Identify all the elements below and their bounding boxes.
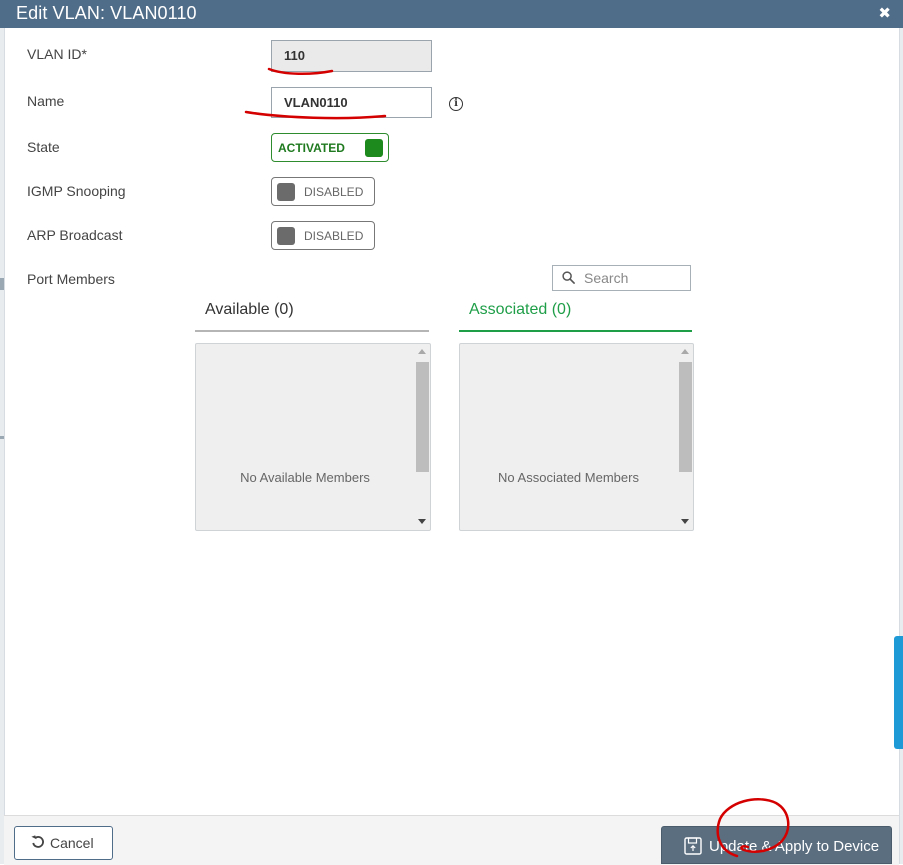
undo-icon: [31, 835, 44, 848]
annotation-underline: [267, 67, 334, 76]
scrollbar-thumb[interactable]: [416, 362, 429, 472]
state-toggle-text: ACTIVATED: [278, 141, 345, 155]
state-toggle[interactable]: ACTIVATED: [271, 133, 389, 162]
search-icon: [562, 271, 575, 284]
dialog-title-bar: Edit VLAN: VLAN0110 ✖: [0, 0, 903, 28]
cancel-button-label: Cancel: [50, 835, 94, 851]
name-label: Name: [27, 93, 65, 109]
save-icon: [684, 837, 702, 855]
available-header: Available (0): [205, 301, 294, 318]
scroll-down-arrow-icon[interactable]: [681, 519, 689, 524]
arp-broadcast-toggle-text: DISABLED: [304, 229, 364, 243]
igmp-snooping-toggle-text: DISABLED: [304, 185, 364, 199]
close-icon[interactable]: ✖: [878, 4, 891, 22]
side-panel-tab[interactable]: [894, 636, 903, 749]
available-members-list[interactable]: No Available Members: [195, 343, 431, 531]
scroll-up-arrow-icon[interactable]: [681, 349, 689, 354]
toggle-knob: [365, 139, 383, 157]
scroll-down-arrow-icon[interactable]: [418, 519, 426, 524]
annotation-underline: [244, 110, 387, 120]
vlan-id-label: VLAN ID*: [27, 46, 87, 62]
port-members-label: Port Members: [27, 271, 115, 287]
scrollbar[interactable]: [414, 344, 430, 530]
state-label: State: [27, 139, 60, 155]
associated-empty-text: No Associated Members: [498, 470, 639, 485]
available-header-line: [195, 330, 429, 332]
igmp-snooping-toggle[interactable]: DISABLED: [271, 177, 375, 206]
toggle-knob: [277, 183, 295, 201]
arp-broadcast-toggle[interactable]: DISABLED: [271, 221, 375, 250]
annotation-circle: [716, 798, 790, 858]
associated-header-line: [459, 330, 692, 332]
scroll-up-arrow-icon[interactable]: [418, 349, 426, 354]
igmp-snooping-label: IGMP Snooping: [27, 183, 126, 199]
cancel-button[interactable]: Cancel: [14, 826, 113, 860]
info-icon[interactable]: i: [449, 97, 463, 111]
left-edge: [0, 28, 5, 864]
associated-members-list[interactable]: No Associated Members: [459, 343, 694, 531]
search-input[interactable]: Search: [552, 265, 691, 291]
arp-broadcast-label: ARP Broadcast: [27, 227, 123, 243]
background-edge-mark: [0, 436, 4, 439]
scrollbar-thumb[interactable]: [679, 362, 692, 472]
background-edge-mark: [0, 278, 4, 290]
toggle-knob: [277, 227, 295, 245]
scrollbar[interactable]: [677, 344, 693, 530]
search-placeholder: Search: [584, 270, 629, 286]
available-empty-text: No Available Members: [240, 470, 370, 485]
associated-header: Associated (0): [469, 301, 572, 318]
dialog-title: Edit VLAN: VLAN0110: [16, 3, 197, 23]
